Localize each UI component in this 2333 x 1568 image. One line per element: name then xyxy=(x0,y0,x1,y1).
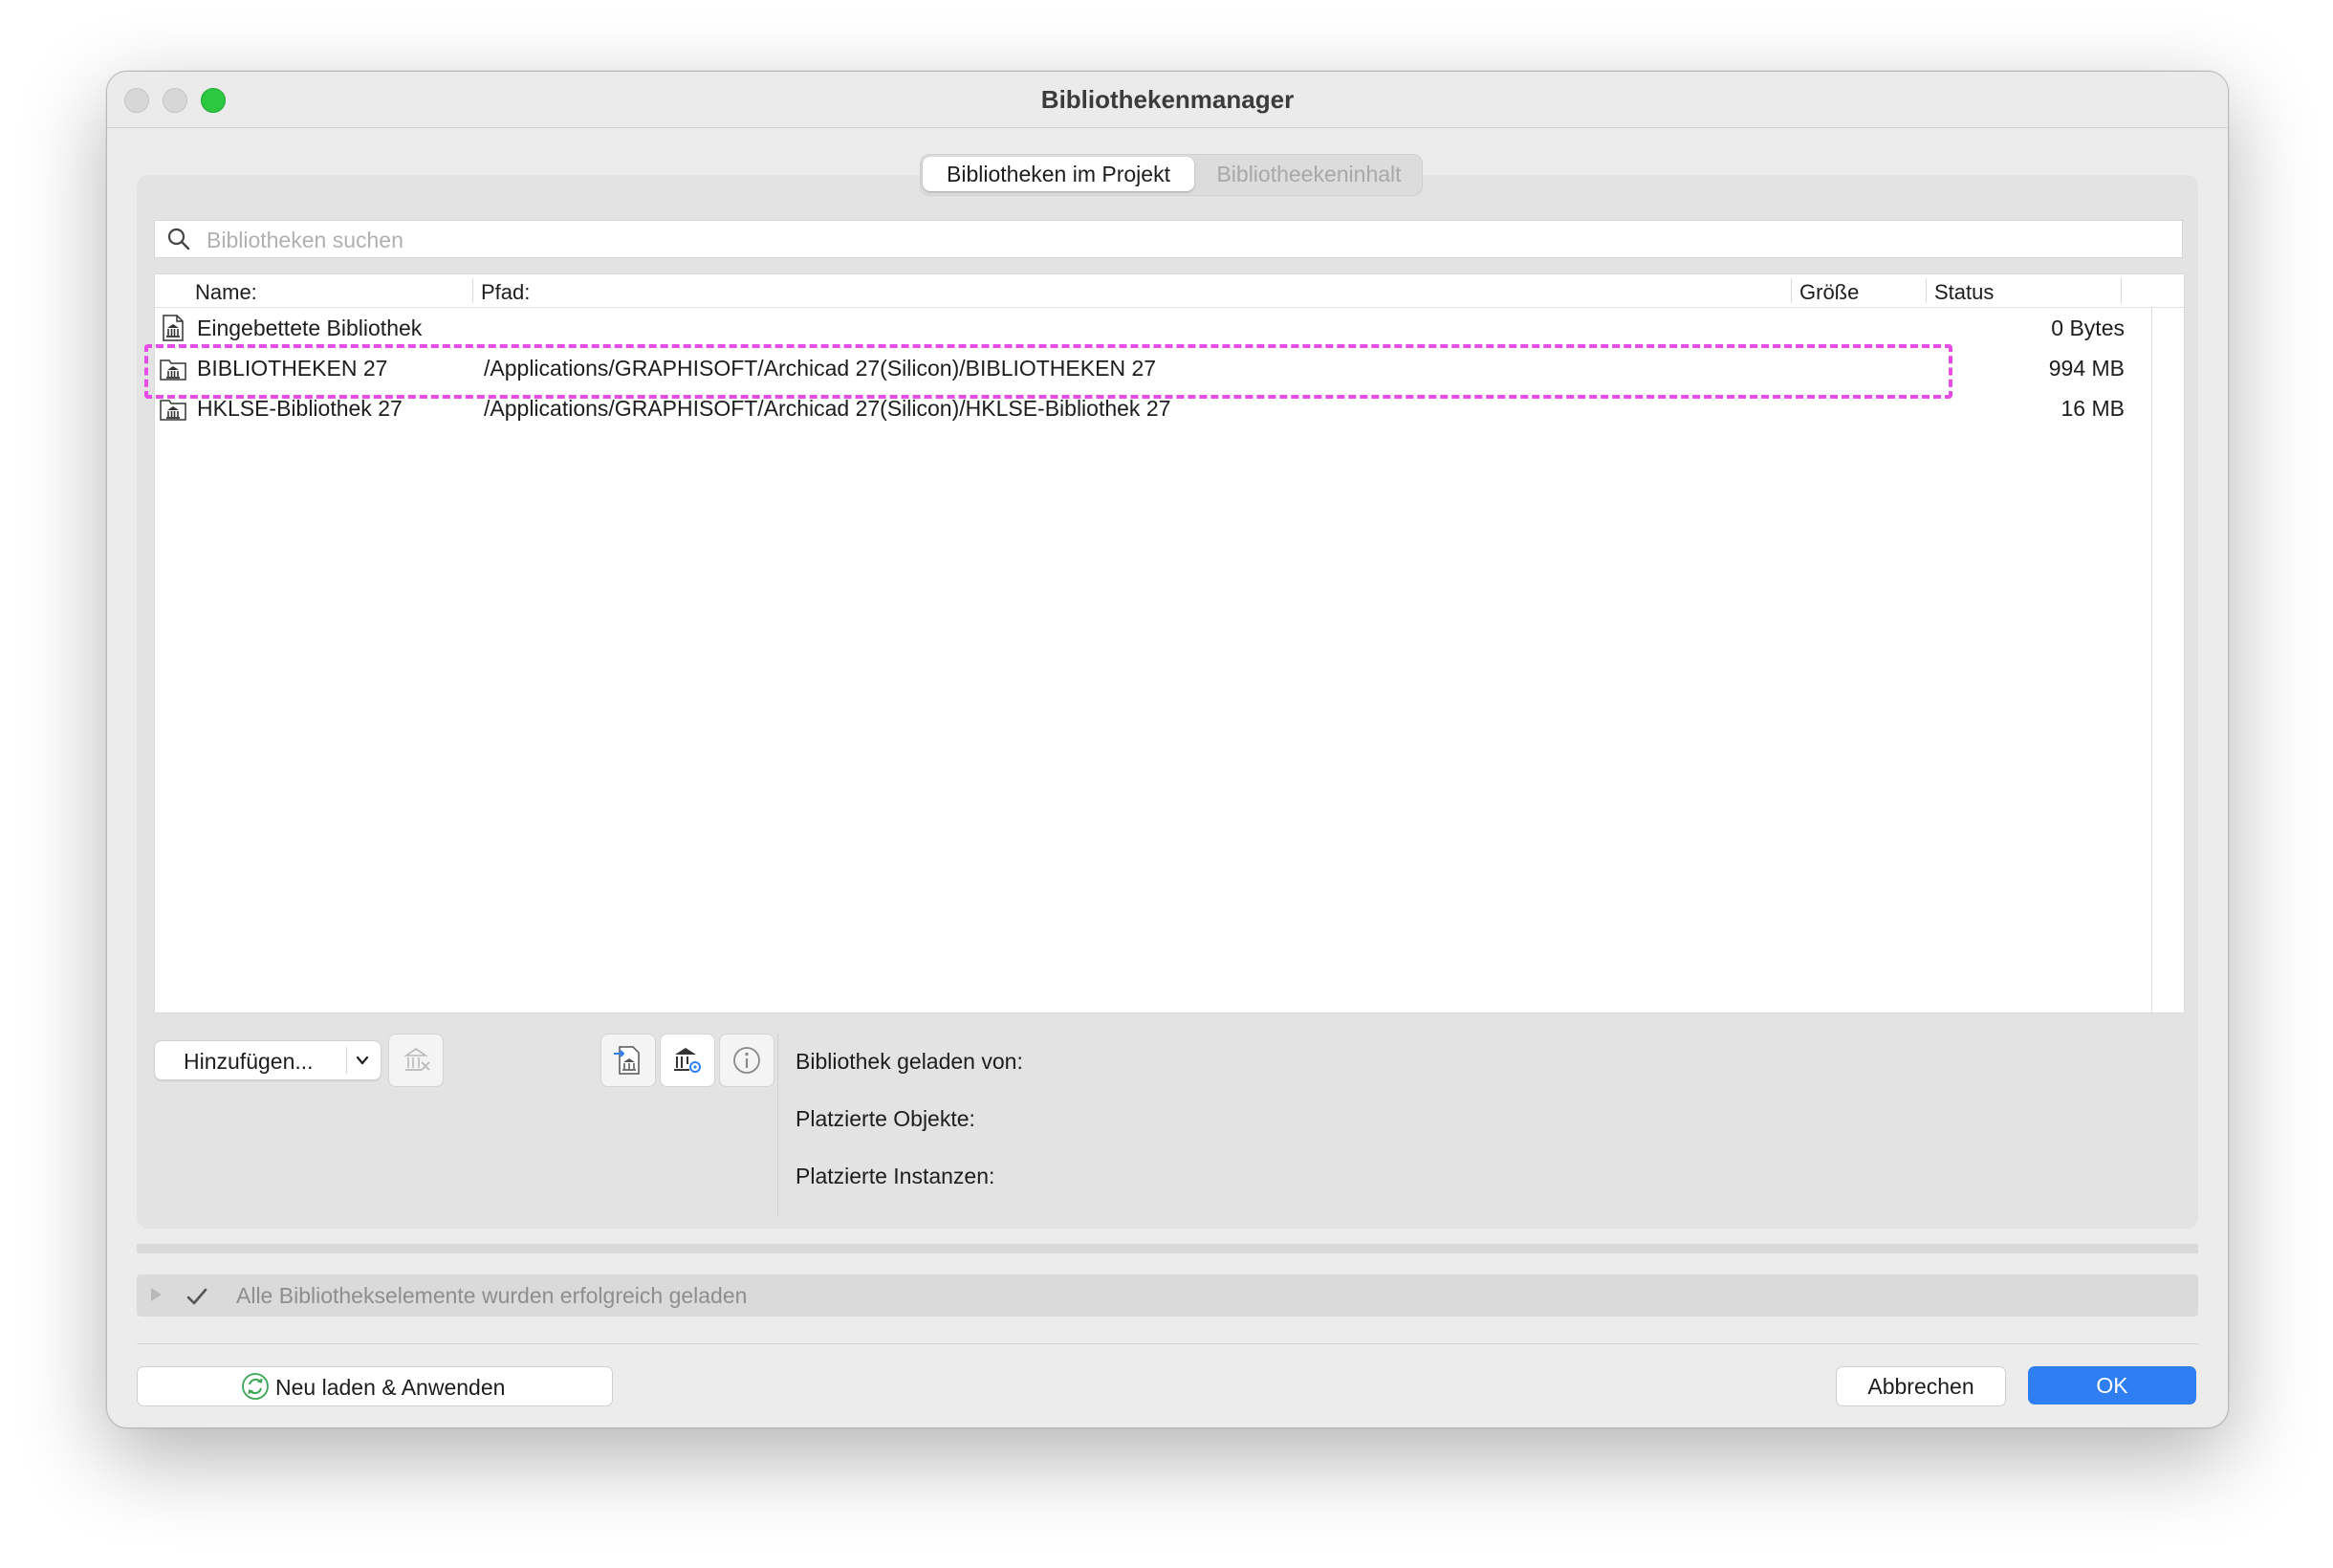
linked-library-icon xyxy=(160,400,186,421)
cancel-button[interactable]: Abbrechen xyxy=(1836,1366,2006,1406)
column-divider xyxy=(2121,278,2122,303)
library-name: Eingebettete Bibliothek xyxy=(197,316,423,340)
info-icon xyxy=(733,1047,760,1074)
remove-library-icon xyxy=(403,1048,430,1071)
table-row[interactable]: Eingebettete Bibliothek 0 Bytes xyxy=(155,309,2125,347)
library-name: BIBLIOTHEKEN 27 xyxy=(197,356,388,381)
column-header-size[interactable]: Größe xyxy=(1799,280,1859,305)
status-bar: Alle Bibliothekselemente wurden erfolgre… xyxy=(137,1274,2198,1317)
column-divider xyxy=(1791,278,1792,303)
embedded-library-icon xyxy=(163,315,184,341)
library-size: 16 MB xyxy=(2060,396,2125,421)
status-message: Alle Bibliothekselemente wurden erfolgre… xyxy=(236,1283,748,1308)
library-settings-icon xyxy=(674,1048,701,1073)
table-row[interactable]: BIBLIOTHEKEN 27 /Applications/GRAPHISOFT… xyxy=(144,344,2125,399)
add-library-button[interactable]: Hinzufügen... xyxy=(154,1040,382,1080)
ok-button[interactable]: OK xyxy=(2028,1366,2196,1405)
column-header-status[interactable]: Status xyxy=(1934,280,1994,305)
table-header: Name: Pfad: Größe Status xyxy=(155,274,2184,308)
placed-instances-label: Platzierte Instanzen: xyxy=(796,1164,995,1188)
button-divider xyxy=(346,1047,347,1074)
library-settings-button[interactable] xyxy=(660,1034,715,1087)
chevron-down-icon[interactable] xyxy=(353,1051,372,1070)
table-scroll-divider xyxy=(2151,307,2152,1013)
library-path: /Applications/GRAPHISOFT/Archicad 27(Sil… xyxy=(484,396,1171,421)
library-manager-window: Bibliothekenmanager Bibliotheken im Proj… xyxy=(106,71,2229,1428)
library-size: 0 Bytes xyxy=(2051,316,2125,340)
loaded-from-label: Bibliothek geladen von: xyxy=(796,1049,1023,1074)
export-library-button[interactable] xyxy=(600,1034,656,1087)
disclosure-triangle-icon[interactable] xyxy=(148,1285,164,1304)
library-path: /Applications/GRAPHISOFT/Archicad 27(Sil… xyxy=(484,356,1157,381)
tab-switcher: Bibliotheken im Projekt Bibliotheekeninh… xyxy=(920,154,1423,196)
reload-apply-button[interactable]: Neu laden & Anwenden xyxy=(137,1366,613,1406)
add-library-label: Hinzufügen... xyxy=(184,1049,314,1074)
library-table: Name: Pfad: Größe Status Eingebettete Bi… xyxy=(144,273,2185,1013)
search-input[interactable]: Bibliotheken suchen xyxy=(207,228,403,253)
reload-apply-label: Neu laden & Anwenden xyxy=(275,1375,506,1400)
title-bar: Bibliothekenmanager xyxy=(107,72,2228,128)
window-title: Bibliothekenmanager xyxy=(1040,85,1295,114)
loading-progress-bar xyxy=(137,1244,2198,1253)
column-divider xyxy=(472,278,473,303)
library-size: 994 MB xyxy=(2048,356,2125,381)
tab-library-contents[interactable]: Bibliotheekeninhalt xyxy=(1198,157,1420,191)
export-library-icon xyxy=(614,1046,640,1075)
table-row[interactable]: HKLSE-Bibliothek 27 /Applications/GRAPHI… xyxy=(155,389,2125,427)
placed-objects-label: Platzierte Objekte: xyxy=(796,1106,975,1131)
footer-divider xyxy=(137,1343,2198,1344)
library-name: HKLSE-Bibliothek 27 xyxy=(197,396,403,421)
column-header-path[interactable]: Pfad: xyxy=(481,280,530,305)
column-header-name[interactable]: Name: xyxy=(195,280,257,305)
tab-libraries-in-project[interactable]: Bibliotheken im Projekt xyxy=(923,157,1194,191)
checkmark-icon xyxy=(186,1288,207,1305)
panel-divider xyxy=(777,1034,778,1217)
info-button[interactable] xyxy=(719,1034,774,1087)
remove-library-button[interactable] xyxy=(388,1034,444,1087)
column-divider xyxy=(1926,278,1927,303)
linked-library-icon xyxy=(160,359,186,381)
search-field[interactable]: Bibliotheken suchen xyxy=(154,220,2183,258)
reload-icon xyxy=(242,1373,269,1400)
search-icon xyxy=(167,228,190,250)
